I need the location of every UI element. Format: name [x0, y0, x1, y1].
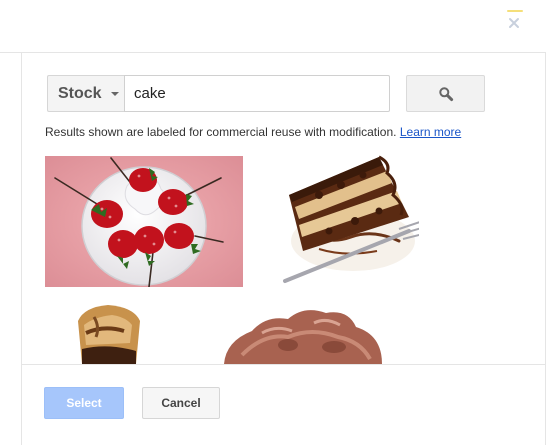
- result-image-cake-slice[interactable]: [259, 155, 419, 286]
- search-icon: [438, 86, 453, 101]
- license-notice-text: Results shown are labeled for commercial…: [45, 125, 397, 139]
- search-panel: Stock Results shown are labeled for comm…: [21, 53, 546, 364]
- result-image-strawberries[interactable]: [45, 156, 243, 287]
- strawberries-image: [45, 156, 243, 287]
- image-picker-dialog: Stock Results shown are labeled for comm…: [0, 0, 546, 445]
- header-accent: [507, 10, 523, 12]
- cancel-button[interactable]: Cancel: [142, 387, 220, 419]
- learn-more-link[interactable]: Learn more: [400, 125, 461, 139]
- close-button[interactable]: [505, 14, 523, 32]
- search-input[interactable]: [124, 75, 390, 112]
- chevron-down-icon: [110, 91, 119, 96]
- license-notice: Results shown are labeled for commercial…: [45, 125, 461, 139]
- search-row: Stock: [47, 75, 390, 112]
- chocolate-bar-image: [74, 303, 144, 364]
- source-dropdown[interactable]: Stock: [47, 75, 124, 112]
- select-button[interactable]: Select: [44, 387, 124, 419]
- dialog-footer: Select Cancel: [21, 364, 546, 445]
- source-dropdown-label: Stock: [58, 84, 102, 102]
- chocolate-candy-image: [222, 303, 384, 364]
- cake-slice-image: [259, 155, 419, 286]
- result-image-chocolate-bar[interactable]: [74, 303, 144, 364]
- dialog-header: [0, 0, 546, 53]
- search-button[interactable]: [406, 75, 485, 112]
- result-image-chocolate-candy[interactable]: [222, 303, 384, 364]
- close-icon: [509, 18, 519, 28]
